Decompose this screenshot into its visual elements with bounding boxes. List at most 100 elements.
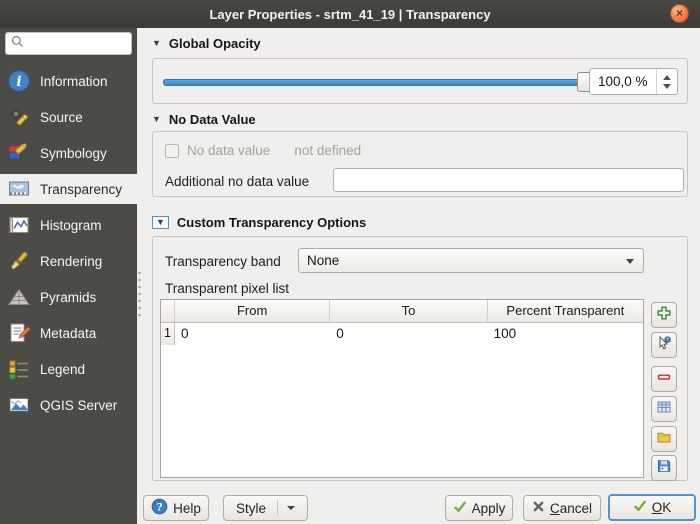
sidebar: i Information Source Symbology Transpare… <box>0 28 137 524</box>
column-header-percent[interactable]: Percent Transparent <box>488 300 643 322</box>
additional-no-data-input[interactable] <box>333 168 684 192</box>
section-title: Custom Transparency Options <box>177 215 366 230</box>
divider <box>277 500 278 516</box>
no-data-value-header[interactable]: ▼ No Data Value <box>152 112 256 127</box>
sidebar-item-label: Source <box>40 110 83 125</box>
sidebar-item-legend[interactable]: Legend <box>0 354 137 384</box>
cancel-cross-icon <box>532 500 545 516</box>
global-opacity-group: 100,0 % <box>152 58 688 104</box>
column-header-to[interactable]: To <box>330 300 487 322</box>
transparency-panel: ▼ Global Opacity 100,0 % ▼ No Data Value… <box>137 28 700 524</box>
cell-to[interactable]: 0 <box>330 323 487 345</box>
cancel-button[interactable]: Cancel <box>523 495 601 521</box>
spin-down-icon[interactable] <box>663 84 671 89</box>
sidebar-item-source[interactable]: Source <box>0 102 137 132</box>
row-number-header <box>161 300 175 322</box>
apply-check-icon <box>453 500 467 517</box>
chevron-down-icon <box>287 506 295 510</box>
no-data-value-row: No data value not defined <box>165 143 361 158</box>
custom-transparency-header[interactable]: ▼ Custom Transparency Options <box>152 215 366 230</box>
import-file-icon <box>656 429 672 450</box>
sidebar-item-symbology[interactable]: Symbology <box>0 138 137 168</box>
search-icon <box>10 34 25 54</box>
rendering-icon <box>7 249 31 273</box>
layer-properties-dialog: Layer Properties - srtm_41_19 | Transpar… <box>0 0 700 524</box>
pick-from-map-button[interactable] <box>651 332 677 358</box>
cancel-label: Cancel <box>550 501 592 516</box>
metadata-icon <box>7 321 31 345</box>
close-button[interactable]: × <box>670 4 689 23</box>
apply-button[interactable]: Apply <box>445 495 513 521</box>
info-icon: i <box>7 69 31 93</box>
sidebar-item-information[interactable]: i Information <box>0 66 137 96</box>
help-label: Help <box>173 501 201 516</box>
sidebar-item-label: Metadata <box>40 326 96 341</box>
sidebar-item-pyramids[interactable]: Pyramids <box>0 282 137 312</box>
import-from-file-button[interactable] <box>651 426 677 452</box>
collapse-triangle-icon: ▼ <box>152 39 161 48</box>
help-icon: ? <box>151 498 168 518</box>
sidebar-item-label: Symbology <box>40 146 107 161</box>
table-header: From To Percent Transparent <box>161 300 643 323</box>
global-opacity-value: 100,0 % <box>598 74 648 89</box>
transparency-band-value: None <box>307 253 339 268</box>
no-data-value-checkbox[interactable] <box>165 144 179 158</box>
transparency-icon <box>7 177 31 201</box>
export-to-file-button[interactable] <box>651 455 677 481</box>
histogram-icon <box>7 213 31 237</box>
no-data-value-group: No data value not defined Additional no … <box>152 131 688 197</box>
apply-label: Apply <box>472 501 506 516</box>
sidebar-item-metadata[interactable]: Metadata <box>0 318 137 348</box>
add-values-button[interactable] <box>651 302 677 328</box>
splitter-handle[interactable] <box>138 272 141 316</box>
close-icon: × <box>676 7 683 19</box>
help-button[interactable]: ? Help <box>143 495 209 521</box>
search-input[interactable] <box>28 37 124 51</box>
sidebar-item-qgis-server[interactable]: QGIS Server <box>0 390 137 420</box>
window-title: Layer Properties - srtm_41_19 | Transpar… <box>209 7 490 22</box>
sidebar-nav: i Information Source Symbology Transpare… <box>0 66 137 420</box>
collapse-triangle-icon: ▼ <box>152 115 161 124</box>
symbology-icon <box>7 141 31 165</box>
no-data-value-label: No data value <box>187 143 270 158</box>
transparency-band-select[interactable]: None <box>298 248 644 273</box>
table-row[interactable]: 1 0 0 100 <box>161 323 643 345</box>
ok-label: OK <box>652 500 672 515</box>
sidebar-search[interactable] <box>5 32 132 55</box>
style-menu-button[interactable]: Style <box>223 495 308 521</box>
source-icon <box>7 105 31 129</box>
transparent-pixel-list-label: Transparent pixel list <box>165 281 289 296</box>
section-title: No Data Value <box>169 112 256 127</box>
chevron-down-icon <box>626 259 634 264</box>
pyramids-icon <box>7 285 31 309</box>
legend-icon <box>7 357 31 381</box>
additional-no-data-label: Additional no data value <box>165 174 309 189</box>
ok-check-icon <box>633 499 647 516</box>
sidebar-item-label: Information <box>40 74 108 89</box>
ok-button[interactable]: OK <box>608 494 696 521</box>
sidebar-item-transparency[interactable]: Transparency <box>0 174 137 204</box>
column-header-from[interactable]: From <box>175 300 330 322</box>
transparent-pixel-table[interactable]: From To Percent Transparent 1 0 0 100 <box>160 299 644 478</box>
transparency-band-label: Transparency band <box>165 254 281 269</box>
spin-up-icon[interactable] <box>663 75 671 80</box>
collapse-triangle-icon: ▼ <box>152 216 169 229</box>
spinbox-arrows[interactable] <box>656 69 677 94</box>
qgis-server-icon <box>7 393 31 417</box>
cell-percent[interactable]: 100 <box>488 323 643 345</box>
global-opacity-header[interactable]: ▼ Global Opacity <box>152 36 261 51</box>
sidebar-item-label: Transparency <box>40 182 122 197</box>
remove-row-icon <box>656 369 672 390</box>
default-values-button[interactable] <box>651 396 677 422</box>
no-data-value-status: not defined <box>294 143 361 158</box>
sidebar-item-label: Rendering <box>40 254 102 269</box>
sidebar-item-rendering[interactable]: Rendering <box>0 246 137 276</box>
sidebar-item-histogram[interactable]: Histogram <box>0 210 137 240</box>
titlebar: Layer Properties - srtm_41_19 | Transpar… <box>0 0 700 28</box>
add-values-icon <box>656 305 672 326</box>
sidebar-item-label: Legend <box>40 362 85 377</box>
cell-from[interactable]: 0 <box>175 323 330 345</box>
global-opacity-slider[interactable] <box>163 79 581 86</box>
global-opacity-spinbox[interactable]: 100,0 % <box>589 68 678 95</box>
remove-row-button[interactable] <box>651 366 677 392</box>
